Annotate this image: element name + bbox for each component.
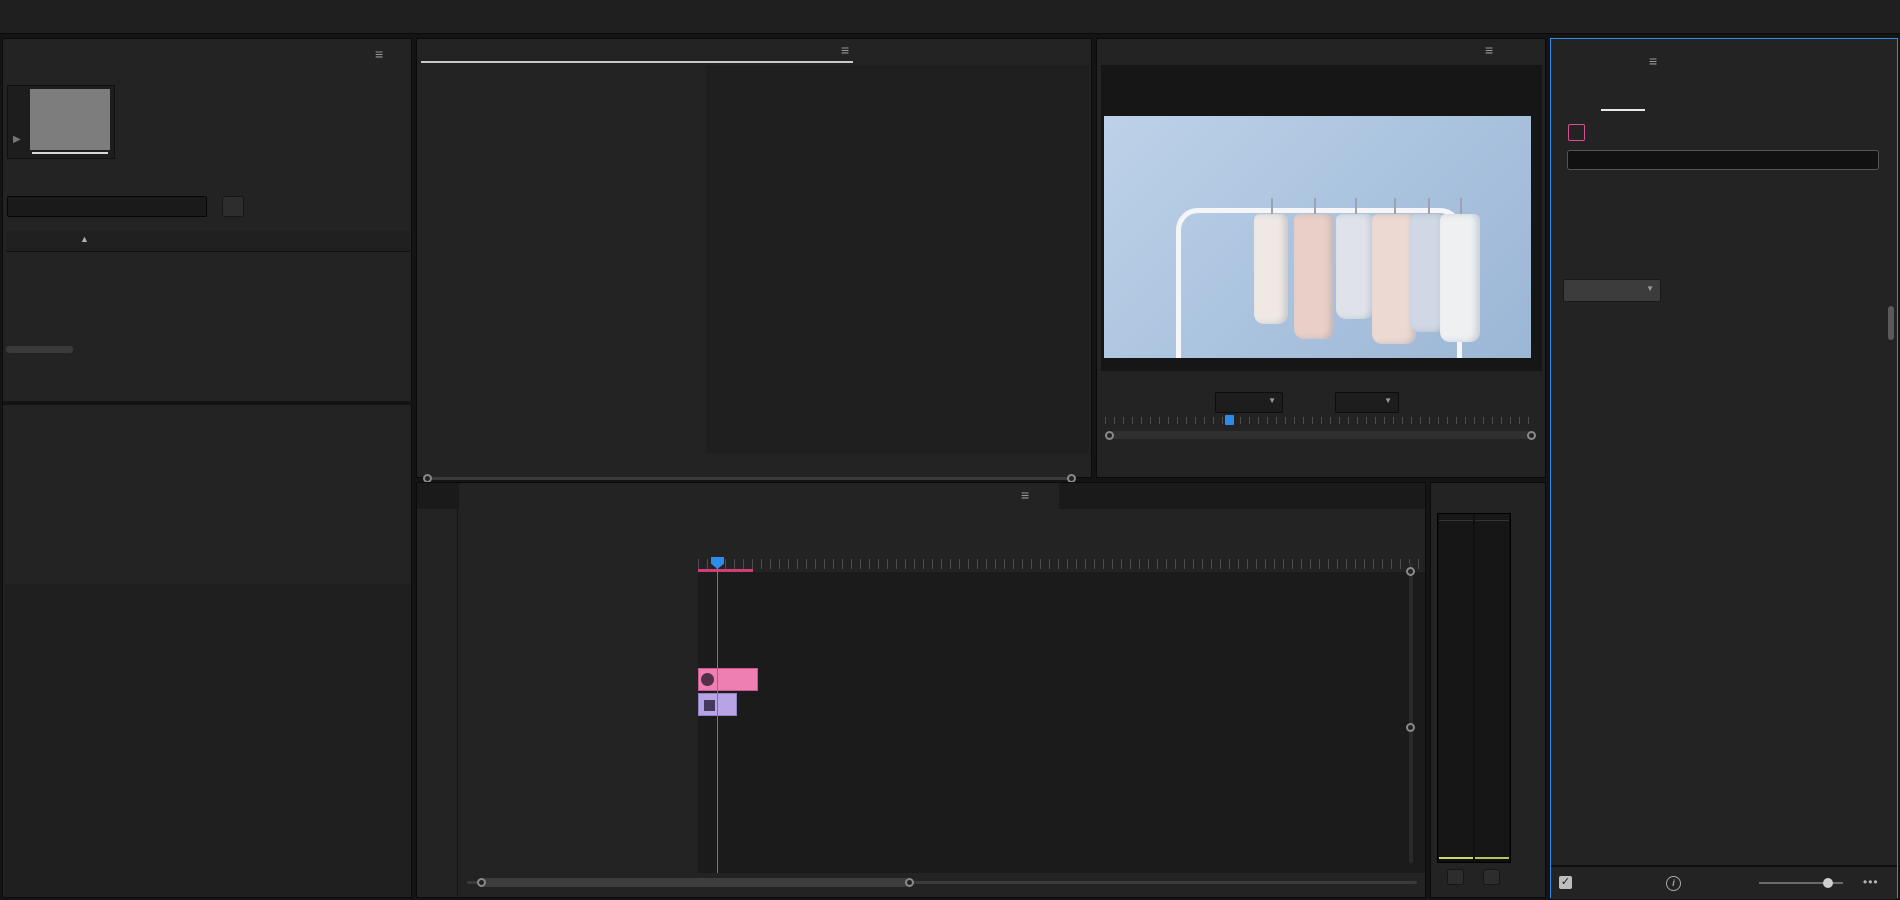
playhead-line[interactable]: [717, 559, 718, 873]
timeline-hscrollbar-handle-left[interactable]: [477, 878, 486, 887]
results-scrollbar-thumb[interactable]: [1888, 306, 1894, 340]
mixer-track-names: [417, 453, 1093, 473]
preview-scrollbar[interactable]: [32, 152, 108, 154]
mixer-hscrollbar-track[interactable]: [431, 477, 1069, 480]
footer-overflow-icon[interactable]: •••: [1863, 875, 1879, 889]
program-video-frame: [1104, 116, 1531, 358]
hanger-hook: [1355, 198, 1357, 214]
program-stage: [1101, 65, 1542, 371]
audio-meters-panel: [1430, 482, 1546, 898]
timeline-panel: ≡: [416, 482, 1426, 898]
meter-header-right: [1475, 514, 1509, 521]
hanger-hook: [1314, 198, 1316, 214]
program-monitor-panel: ≡ ▼ ▼: [1096, 38, 1546, 478]
chevron-down-icon: ▼: [1384, 396, 1392, 405]
playback-resolution-select[interactable]: ▼: [1335, 392, 1399, 413]
empty-panel-area: [4, 584, 410, 897]
meter-level-left: [1439, 857, 1473, 859]
hanger-hook: [1394, 198, 1396, 214]
essential-sound-panel: ≡ ▼ ✓ i •••: [1550, 38, 1898, 898]
timeline-active-tab[interactable]: ≡: [459, 483, 1059, 509]
hanger-hook: [1428, 198, 1430, 214]
program-playhead[interactable]: [1225, 415, 1234, 425]
zoom-level-select[interactable]: ▼: [1215, 392, 1283, 413]
essential-sound-footer: ✓ i •••: [1551, 865, 1897, 899]
transport-controls: [1097, 447, 1547, 469]
meter-bar-right: [1475, 521, 1509, 857]
project-panel: ≡ ▶ ▲: [2, 38, 412, 898]
hanger-hook: [1460, 198, 1462, 214]
clip-fx-badge: [701, 673, 714, 686]
clip-fx-badge: [704, 700, 715, 711]
list-header: ▲: [6, 231, 410, 252]
work-area-bar[interactable]: [698, 569, 753, 572]
overlay-summer: [1200, 144, 1300, 244]
meter-level-right: [1475, 857, 1509, 859]
sort-ascending-icon[interactable]: ▲: [80, 234, 89, 244]
timeline-content-background: [698, 572, 1425, 873]
timeline-tabbar: ≡: [417, 483, 1425, 509]
info-icon[interactable]: i: [1666, 876, 1681, 891]
meter-well: [1437, 513, 1511, 863]
play-icon[interactable]: ▶: [13, 134, 21, 145]
timeline-vscrollbar-handle-top[interactable]: [1406, 567, 1415, 576]
clothing-item: [1336, 214, 1374, 319]
preview-thumbnail: [30, 89, 110, 150]
divider: [3, 401, 413, 405]
project-preview: ▶: [7, 85, 115, 159]
mixer-panel-menu-icon[interactable]: ≡: [841, 43, 849, 57]
timeline-vscrollbar[interactable]: [1409, 563, 1413, 863]
timeline-hscrollbar-handle-right[interactable]: [905, 878, 914, 887]
project-search-input[interactable]: [7, 196, 207, 217]
premiere-pro-app: ≡ ▶ ▲: [0, 0, 1900, 900]
meter-header-left: [1439, 514, 1473, 521]
clothing-item: [1440, 214, 1480, 342]
project-hscrollbar[interactable]: [6, 346, 73, 353]
program-scrollbar-handle-right[interactable]: [1527, 431, 1536, 440]
stock-results-list: [1551, 39, 1897, 864]
audio-clip-mixer-panel: ≡: [416, 38, 1092, 478]
timeline-hscrollbar-thumb[interactable]: [481, 878, 909, 887]
project-toolbar: [3, 369, 413, 397]
time-ruler-labels: [698, 535, 1425, 551]
program-scrollbar-handle-left[interactable]: [1105, 431, 1114, 440]
volume-slider-knob[interactable]: [1823, 878, 1833, 888]
timeline-clip-kinetic[interactable]: [698, 668, 758, 691]
chevron-down-icon: ▼: [1268, 396, 1276, 405]
meter-bar-left: [1439, 521, 1473, 857]
time-ruler[interactable]: [698, 559, 1425, 569]
clothing-item: [1294, 214, 1334, 339]
collapsed-panel-stack: [3, 406, 411, 586]
solo-left-button[interactable]: [1447, 869, 1464, 885]
timeline-vscrollbar-handle-bottom[interactable]: [1406, 723, 1415, 732]
program-panel-menu-icon[interactable]: ≡: [1485, 43, 1493, 57]
program-time-ruler[interactable]: [1105, 417, 1537, 424]
project-panel-menu-icon[interactable]: ≡: [375, 47, 383, 61]
titlebar: [0, 0, 1900, 34]
timeline-toolbox: [417, 509, 458, 897]
active-tab-underline: [421, 61, 853, 63]
mixer-empty-area: [706, 65, 1089, 453]
timeline-sync-checkbox[interactable]: ✓: [1559, 876, 1572, 889]
timeline-panel-menu-icon[interactable]: ≡: [1021, 488, 1029, 502]
find-in-bin-button[interactable]: [222, 196, 244, 217]
solo-right-button[interactable]: [1483, 869, 1500, 885]
program-scrollbar[interactable]: [1109, 431, 1533, 439]
